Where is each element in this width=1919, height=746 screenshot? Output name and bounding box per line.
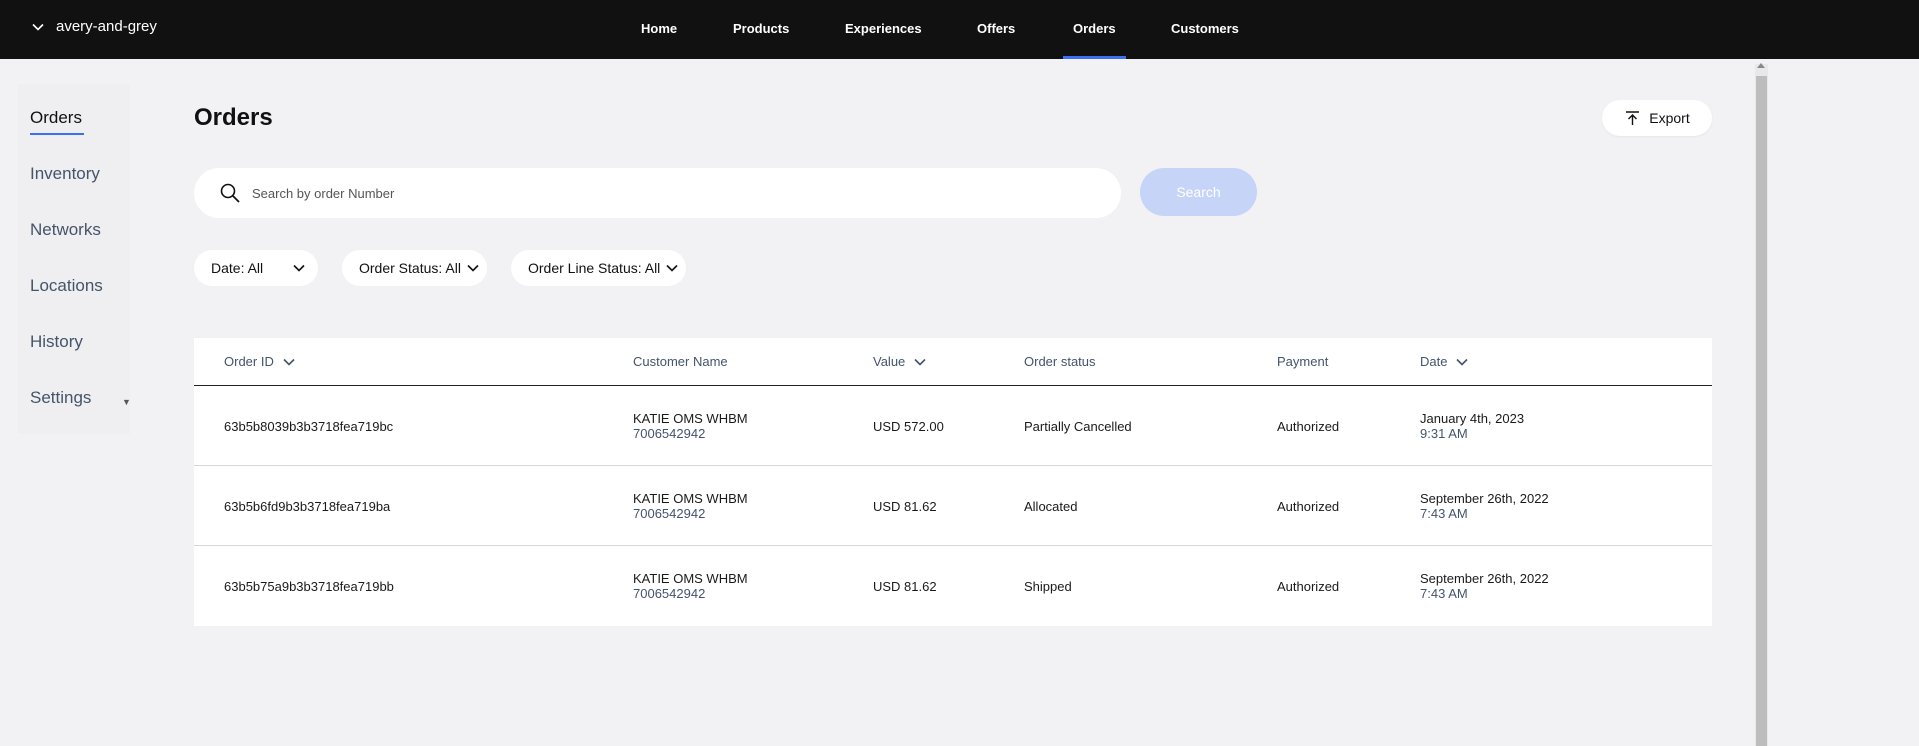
payment-status: Authorized xyxy=(1277,499,1340,514)
customer-name: KATIE OMS WHBM xyxy=(633,411,748,426)
org-name: avery-and-grey xyxy=(56,18,157,35)
customer-name: KATIE OMS WHBM xyxy=(633,571,748,586)
orders-table: Order ID Customer Name Value Order statu… xyxy=(194,338,1712,626)
scrollbar-thumb[interactable] xyxy=(1756,76,1767,746)
order-date: September 26th, 2022 xyxy=(1420,491,1549,506)
filter-order-line-status-label: Order Line Status: All xyxy=(528,260,661,276)
order-date: September 26th, 2022 xyxy=(1420,571,1549,586)
org-switcher[interactable]: avery-and-grey xyxy=(30,18,157,35)
customer-phone: 7006542942 xyxy=(633,586,706,601)
column-label: Value xyxy=(873,354,906,369)
chevron-down-icon xyxy=(666,264,678,272)
date-cell: September 26th, 2022 7:43 AM xyxy=(1420,491,1549,521)
column-label: Order status xyxy=(1024,354,1096,369)
order-value: USD 81.62 xyxy=(873,579,937,594)
order-value: USD 572.00 xyxy=(873,419,944,434)
scroll-up-arrow-icon[interactable] xyxy=(1757,63,1765,68)
search-button[interactable]: Search xyxy=(1140,168,1257,216)
top-nav-bar: avery-and-grey Home Products Experiences… xyxy=(0,0,1919,59)
payment-status: Authorized xyxy=(1277,419,1340,434)
order-id[interactable]: 63b5b75a9b3b3718fea719bb xyxy=(224,579,394,594)
sidebar-item-locations[interactable]: Locations xyxy=(30,276,103,296)
order-time: 7:43 AM xyxy=(1420,506,1468,521)
nav-offers[interactable]: Offers xyxy=(977,0,1015,59)
filter-date-label: Date: All xyxy=(211,260,264,276)
nav-orders[interactable]: Orders xyxy=(1063,0,1126,59)
search-input[interactable] xyxy=(252,181,1092,205)
order-value: USD 81.62 xyxy=(873,499,937,514)
filter-order-status-label: Order Status: All xyxy=(359,260,461,276)
order-status: Shipped xyxy=(1024,579,1072,594)
sort-chevron-icon xyxy=(914,358,926,366)
filter-order-line-status[interactable]: Order Line Status: All xyxy=(511,250,686,286)
customer-cell: KATIE OMS WHBM 7006542942 xyxy=(633,491,748,521)
customer-phone: 7006542942 xyxy=(633,506,706,521)
order-status: Allocated xyxy=(1024,499,1078,514)
column-header-value[interactable]: Value xyxy=(873,354,927,369)
search-icon xyxy=(220,183,240,203)
order-time: 7:43 AM xyxy=(1420,586,1468,601)
date-cell: January 4th, 2023 9:31 AM xyxy=(1420,411,1524,441)
order-time: 9:31 AM xyxy=(1420,426,1468,441)
export-label: Export xyxy=(1649,110,1690,126)
column-label: Customer Name xyxy=(633,354,728,369)
upload-icon xyxy=(1626,110,1640,125)
chevron-down-icon xyxy=(32,23,44,31)
column-header-customer-name: Customer Name xyxy=(633,354,728,369)
export-button[interactable]: Export xyxy=(1602,100,1712,136)
order-id[interactable]: 63b5b6fd9b3b3718fea719ba xyxy=(224,499,390,514)
nav-home[interactable]: Home xyxy=(641,0,677,59)
nav-experiences[interactable]: Experiences xyxy=(845,0,922,59)
customer-phone: 7006542942 xyxy=(633,426,706,441)
sidebar-item-networks[interactable]: Networks xyxy=(30,220,101,240)
date-cell: September 26th, 2022 7:43 AM xyxy=(1420,571,1549,601)
column-header-date[interactable]: Date xyxy=(1420,354,1469,369)
column-header-order-id[interactable]: Order ID xyxy=(224,354,296,369)
filter-date[interactable]: Date: All xyxy=(194,250,318,286)
table-row[interactable]: 63b5b75a9b3b3718fea719bb KATIE OMS WHBM … xyxy=(194,546,1712,626)
sidebar-item-history[interactable]: History xyxy=(30,332,83,352)
sidebar: Orders Inventory Networks Locations Hist… xyxy=(18,84,130,434)
column-header-order-status: Order status xyxy=(1024,354,1096,369)
column-label: Order ID xyxy=(224,354,274,369)
order-status: Partially Cancelled xyxy=(1024,419,1132,434)
customer-cell: KATIE OMS WHBM 7006542942 xyxy=(633,411,748,441)
sidebar-item-settings[interactable]: Settings xyxy=(30,388,91,408)
filter-order-status[interactable]: Order Status: All xyxy=(342,250,487,286)
table-row[interactable]: 63b5b6fd9b3b3718fea719ba KATIE OMS WHBM … xyxy=(194,466,1712,546)
sort-chevron-icon xyxy=(1456,358,1469,366)
payment-status: Authorized xyxy=(1277,579,1340,594)
sidebar-item-inventory[interactable]: Inventory xyxy=(30,164,100,184)
table-header: Order ID Customer Name Value Order statu… xyxy=(194,338,1712,386)
column-label: Date xyxy=(1420,354,1448,369)
sidebar-item-orders[interactable]: Orders xyxy=(30,108,84,135)
table-row[interactable]: 63b5b8039b3b3718fea719bc KATIE OMS WHBM … xyxy=(194,386,1712,466)
nav-products[interactable]: Products xyxy=(733,0,789,59)
order-date: January 4th, 2023 xyxy=(1420,411,1525,426)
customer-name: KATIE OMS WHBM xyxy=(633,491,748,506)
sort-chevron-icon xyxy=(283,358,295,366)
column-label: Payment xyxy=(1277,354,1329,369)
nav-customers[interactable]: Customers xyxy=(1171,0,1239,59)
settings-caret-icon[interactable]: ▼ xyxy=(122,397,131,407)
chevron-down-icon xyxy=(467,264,479,272)
search-box xyxy=(194,168,1121,218)
customer-cell: KATIE OMS WHBM 7006542942 xyxy=(633,571,748,601)
order-id[interactable]: 63b5b8039b3b3718fea719bc xyxy=(224,419,393,434)
column-header-payment: Payment xyxy=(1277,354,1328,369)
page-title: Orders xyxy=(194,104,273,131)
chevron-down-icon xyxy=(293,264,305,272)
